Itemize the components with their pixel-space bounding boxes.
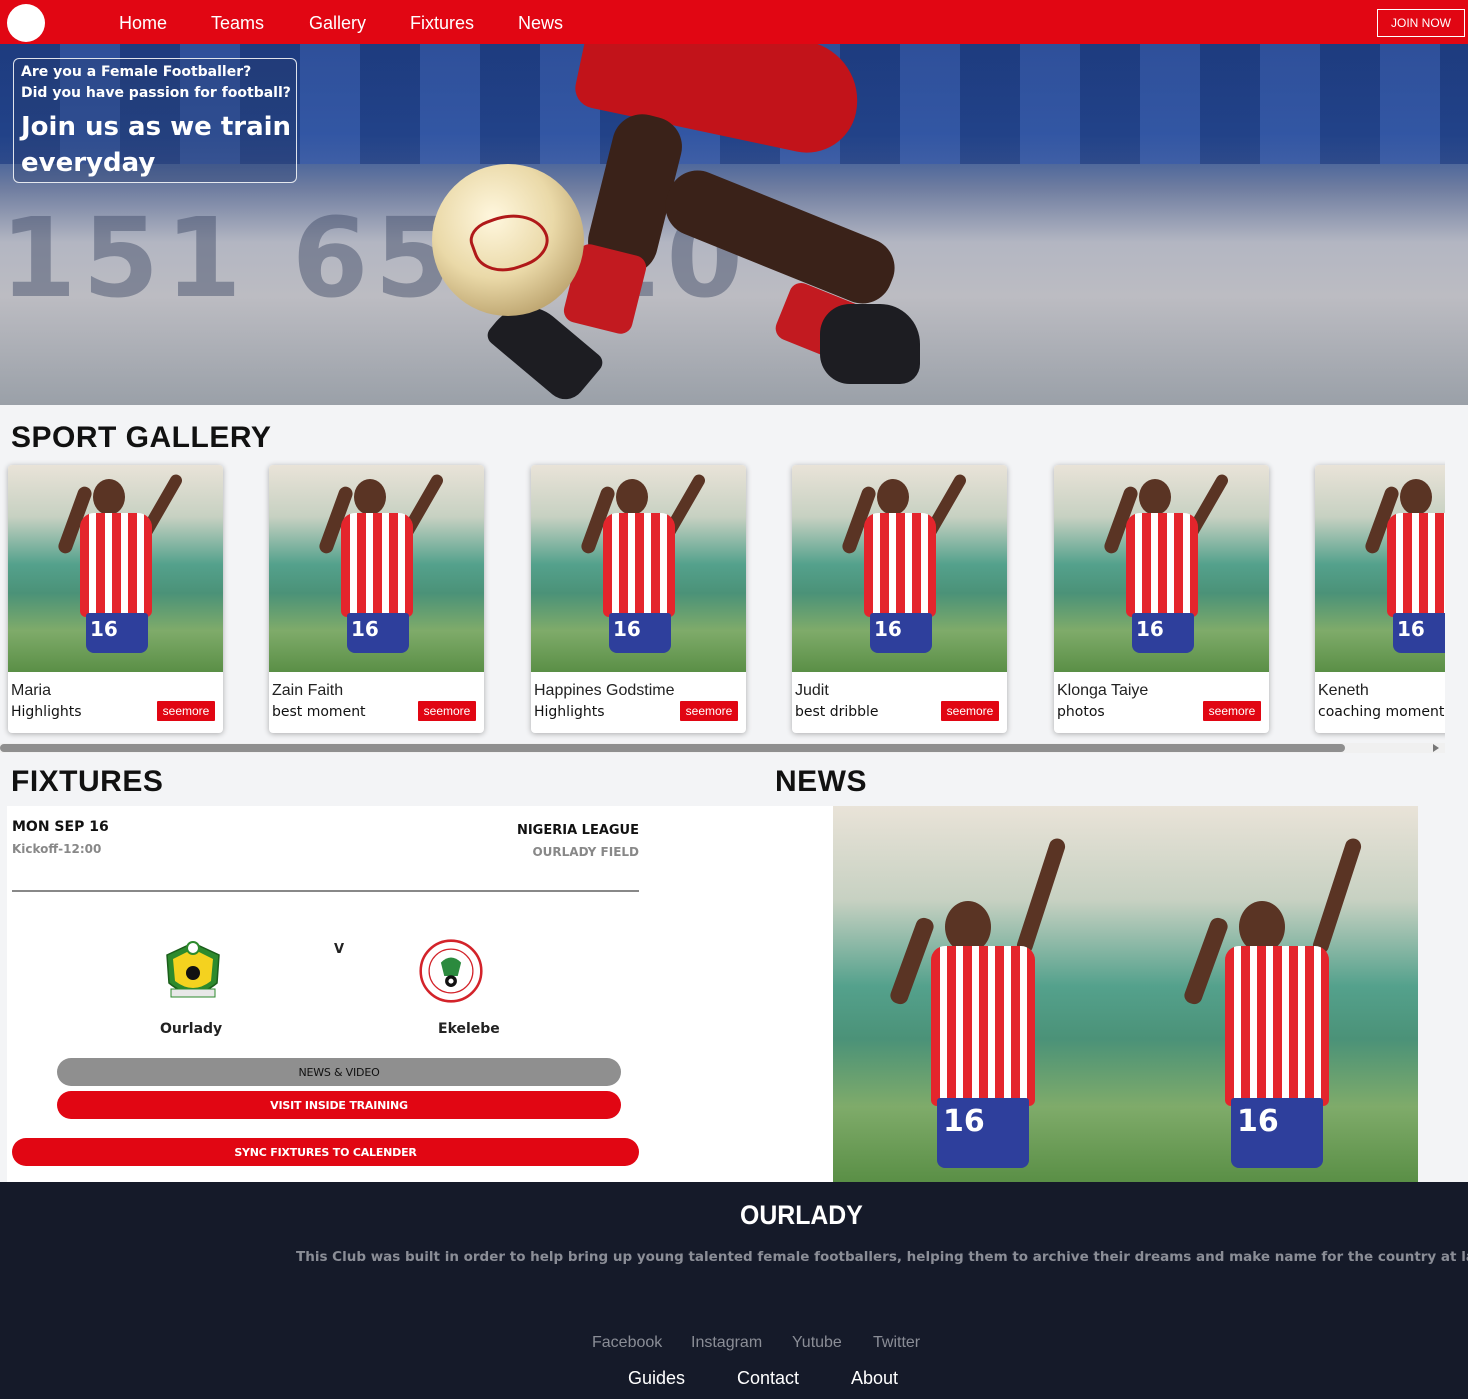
gallery-title: SPORT GALLERY xyxy=(11,421,272,454)
away-team-name: Ekelebe xyxy=(438,1021,500,1037)
gallery-carousel[interactable]: 16 Maria Highlights seemore 16 Zain Fait… xyxy=(0,458,1445,740)
fixtures-title: FIXTURES xyxy=(11,765,164,798)
player-photo: 16 xyxy=(1315,465,1445,672)
twitter-link[interactable]: Twitter xyxy=(873,1334,920,1352)
about-link[interactable]: About xyxy=(851,1368,898,1389)
instagram-link[interactable]: Instagram xyxy=(691,1334,762,1352)
player-boot xyxy=(820,304,920,384)
gallery-card: 16 Judit best dribble seemore xyxy=(792,465,1007,733)
card-name: Klonga Taiye xyxy=(1057,682,1149,699)
join-now-button[interactable]: JOIN NOW xyxy=(1377,9,1465,37)
footer: OURLADY This Club was built in order to … xyxy=(0,1182,1468,1399)
player-photo: 16 xyxy=(531,465,746,672)
fixture-league: NIGERIA LEAGUE xyxy=(516,823,639,838)
youtube-link[interactable]: Yutube xyxy=(792,1334,842,1352)
seemore-button[interactable]: seemore xyxy=(940,700,1000,722)
news-photo[interactable]: 16 xyxy=(833,806,1117,1182)
player-photo: 16 xyxy=(8,465,223,672)
gallery-card: 16 Zain Faith best moment seemore xyxy=(269,465,484,733)
gallery-card: 16 Maria Highlights seemore xyxy=(8,465,223,733)
card-desc: Highlights xyxy=(11,704,82,720)
seemore-button[interactable]: seemore xyxy=(417,700,477,722)
gallery-card: 16 Happines Godstime Highlights seemore xyxy=(531,465,746,733)
football-image xyxy=(432,164,584,316)
footer-description: This Club was built in order to help bri… xyxy=(296,1249,1468,1265)
gallery-card: 16 Klonga Taiye photos seemore xyxy=(1054,465,1269,733)
nav-fixtures[interactable]: Fixtures xyxy=(410,13,474,34)
fixture-venue: OURLADY FIELD xyxy=(532,845,639,859)
scrollbar-thumb[interactable] xyxy=(0,744,1345,752)
player-photo: 16 xyxy=(792,465,1007,672)
news-title: NEWS xyxy=(775,765,867,798)
seemore-button[interactable]: seemore xyxy=(156,700,216,722)
card-desc: Highlights xyxy=(534,704,605,720)
top-nav: Home Teams Gallery Fixtures News JOIN NO… xyxy=(0,0,1468,44)
scroll-right-arrow-icon[interactable] xyxy=(1433,744,1439,752)
visit-training-button[interactable]: VISIT INSIDE TRAINING xyxy=(57,1091,621,1119)
card-desc: photos xyxy=(1057,704,1105,720)
contact-link[interactable]: Contact xyxy=(737,1368,799,1389)
nff-crest-icon xyxy=(419,939,483,1003)
fixture-card: MON SEP 16 Kickoff-12:00 NIGERIA LEAGUE … xyxy=(7,806,833,1182)
facebook-link[interactable]: Facebook xyxy=(592,1334,662,1352)
seemore-button[interactable]: seemore xyxy=(679,700,739,722)
nav-home[interactable]: Home xyxy=(119,13,167,34)
fixture-kickoff: Kickoff-12:00 xyxy=(12,842,102,856)
home-team-name: Ourlady xyxy=(160,1021,223,1037)
card-desc: best moment xyxy=(272,704,366,720)
player-photo: 16 xyxy=(269,465,484,672)
nav-gallery[interactable]: Gallery xyxy=(309,13,366,34)
gallery-scrollbar[interactable] xyxy=(0,743,1445,753)
gallery-card: 16 Keneth coaching moments seemore xyxy=(1315,465,1445,733)
ourlady-crest-icon xyxy=(166,941,220,998)
card-name: Keneth xyxy=(1318,682,1369,699)
sync-calendar-button[interactable]: SYNC FIXTURES TO CALENDER xyxy=(12,1138,639,1166)
hero-headline-1: Join us as we train xyxy=(21,112,292,142)
card-name: Zain Faith xyxy=(272,682,344,699)
news-photo[interactable]: 16 xyxy=(1117,806,1418,1182)
guides-link[interactable]: Guides xyxy=(628,1368,685,1389)
news-video-button[interactable]: NEWS & VIDEO xyxy=(57,1058,621,1086)
nav-news[interactable]: News xyxy=(518,13,563,34)
card-desc: coaching moments xyxy=(1318,704,1445,720)
nav-teams[interactable]: Teams xyxy=(211,13,264,34)
card-name: Judit xyxy=(795,682,829,699)
logo[interactable] xyxy=(7,4,45,42)
hero-question-1: Are you a Female Footballer? xyxy=(21,64,252,80)
divider xyxy=(12,890,639,892)
card-name: Maria xyxy=(11,682,52,699)
seemore-button[interactable]: seemore xyxy=(1202,700,1262,722)
versus-label: V xyxy=(334,942,345,957)
hero-banner: 151 650 10 Are you a Female Footballer? … xyxy=(0,44,1468,405)
card-desc: best dribble xyxy=(795,704,879,720)
hero-question-2: Did you have passion for football? xyxy=(21,85,291,101)
hero-headline-2: everyday xyxy=(21,148,156,178)
fixture-date: MON SEP 16 xyxy=(12,819,109,835)
footer-title: OURLADY xyxy=(740,1200,863,1230)
card-name: Happines Godstime xyxy=(534,682,675,699)
hero-callout: Are you a Female Footballer? Did you hav… xyxy=(13,58,297,183)
player-photo: 16 xyxy=(1054,465,1269,672)
